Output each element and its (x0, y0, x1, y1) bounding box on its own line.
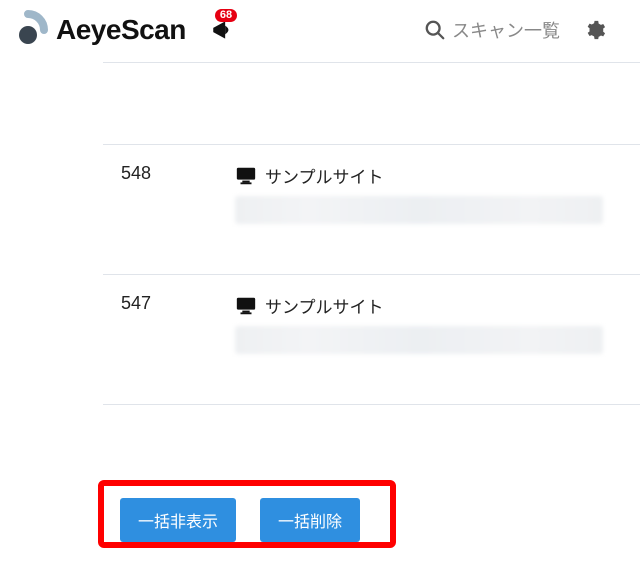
logo-icon (6, 8, 50, 52)
site-name[interactable]: サンプルサイト (235, 163, 626, 188)
header-nav: スキャン一覧 (424, 17, 630, 43)
row-content: サンプルサイト (235, 293, 626, 382)
bulk-delete-button[interactable]: 一括削除 (260, 498, 360, 542)
site-label: サンプルサイト (265, 293, 384, 318)
list-row (103, 63, 640, 145)
row-id: 547 (121, 293, 201, 382)
row-content: サンプルサイト (235, 163, 626, 252)
redacted-url (235, 196, 603, 224)
site-name[interactable]: サンプルサイト (235, 293, 626, 318)
monitor-icon (235, 165, 257, 187)
scan-list: 548 サンプルサイト 547 (103, 62, 640, 405)
redacted-url (235, 326, 603, 354)
row-id: 548 (121, 163, 201, 252)
brand-logo[interactable]: AeyeScan (6, 8, 186, 52)
bulk-actions: 一括非表示 一括削除 (98, 484, 382, 556)
nav-scan-list-label: スキャン一覧 (452, 17, 560, 43)
monitor-icon (235, 295, 257, 317)
notification-bell[interactable]: 68 (208, 15, 238, 45)
site-label: サンプルサイト (265, 163, 384, 188)
gear-icon (584, 19, 606, 41)
brand-name: AeyeScan (56, 14, 186, 46)
nav-settings[interactable] (584, 19, 630, 41)
app-header: AeyeScan 68 スキャン一覧 (0, 0, 640, 60)
list-row[interactable]: 548 サンプルサイト (103, 145, 640, 275)
list-row[interactable]: 547 サンプルサイト (103, 275, 640, 405)
search-icon (424, 19, 446, 41)
nav-settings-label (612, 20, 630, 41)
notification-badge: 68 (215, 9, 237, 22)
bulk-hide-button[interactable]: 一括非表示 (120, 498, 236, 542)
nav-scan-list[interactable]: スキャン一覧 (424, 17, 560, 43)
